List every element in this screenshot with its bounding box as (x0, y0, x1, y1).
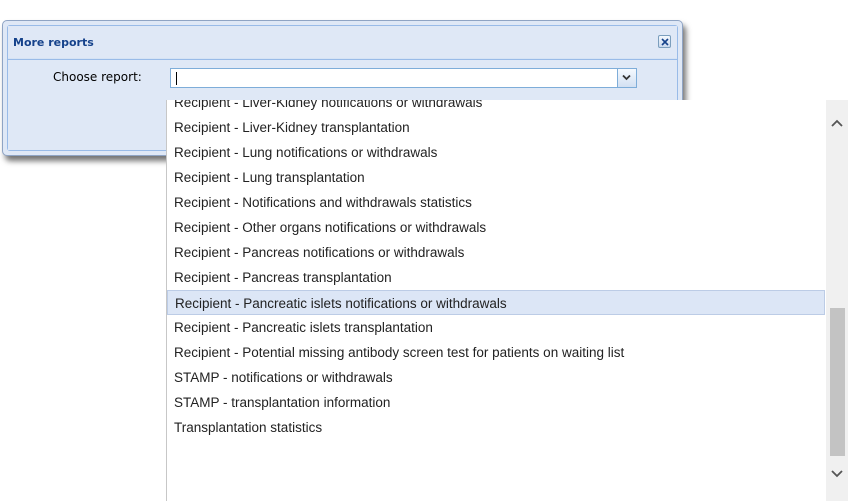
combo-dropdown-button[interactable] (617, 69, 636, 87)
dialog-title: More reports (13, 36, 94, 49)
dialog-header[interactable]: More reports (8, 26, 677, 58)
chevron-down-icon (622, 74, 631, 81)
chevron-up-icon (831, 119, 843, 127)
text-cursor (176, 72, 177, 85)
list-item[interactable]: Recipient - Pancreatic islets notificati… (167, 290, 825, 315)
scrollbar-thumb[interactable] (830, 308, 845, 456)
list-item[interactable]: Recipient - Lung notifications or withdr… (167, 140, 825, 165)
list-item[interactable]: Recipient - Pancreas notifications or wi… (167, 240, 825, 265)
close-button[interactable] (658, 35, 671, 48)
choose-report-combobox[interactable] (170, 68, 637, 88)
list-item[interactable]: Recipient - Pancreas transplantation (167, 265, 825, 290)
scroll-up-button[interactable] (826, 114, 848, 132)
list-item[interactable]: STAMP - transplantation information (167, 390, 825, 415)
list-item[interactable]: Recipient - Liver-Kidney notifications o… (167, 100, 825, 115)
list-item[interactable]: Recipient - Pancreatic islets transplant… (167, 315, 825, 340)
choose-report-input[interactable] (171, 69, 627, 87)
report-dropdown-list[interactable]: Recipient - Liver-Kidney notifications o… (166, 100, 848, 501)
list-item[interactable]: Recipient - Liver-Kidney transplantation (167, 115, 825, 140)
chevron-down-icon (831, 470, 843, 478)
list-item[interactable]: Transplantation statistics (167, 415, 825, 440)
list-item[interactable]: Recipient - Potential missing antibody s… (167, 340, 825, 365)
list-item[interactable]: Recipient - Other organs notifications o… (167, 215, 825, 240)
list-item[interactable]: STAMP - notifications or withdrawals (167, 365, 825, 390)
list-item[interactable]: Recipient - Lung transplantation (167, 165, 825, 190)
list-item[interactable]: Recipient - Notifications and withdrawal… (167, 190, 825, 215)
close-icon (661, 38, 669, 46)
scroll-down-button[interactable] (826, 465, 848, 483)
vertical-scrollbar[interactable] (826, 100, 848, 501)
choose-report-label: Choose report: (53, 70, 142, 84)
